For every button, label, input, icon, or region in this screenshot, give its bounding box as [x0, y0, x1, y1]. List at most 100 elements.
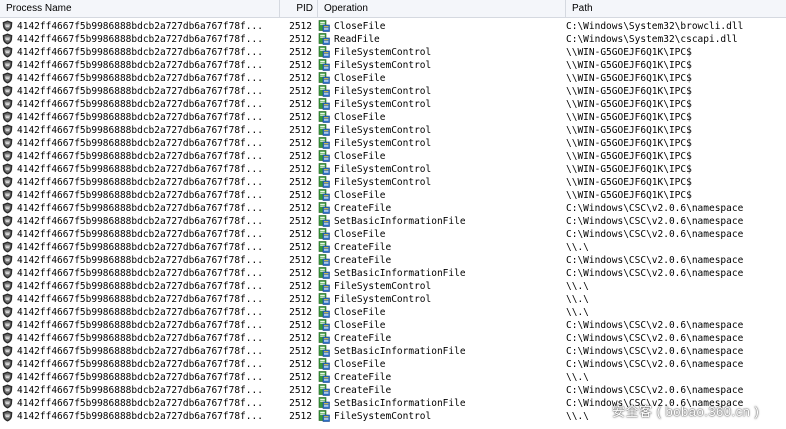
table-row[interactable]: 4142ff4667f5b9986888bdcb2a727db6a767f78f… — [0, 371, 786, 384]
process-name-cell: 4142ff4667f5b9986888bdcb2a727db6a767f78f… — [17, 86, 263, 97]
path-cell: \\WIN-G5GOEJF6Q1K\IPC$ — [566, 73, 692, 84]
table-row[interactable]: 4142ff4667f5b9986888bdcb2a727db6a767f78f… — [0, 332, 786, 345]
path-cell: \\WIN-G5GOEJF6Q1K\IPC$ — [566, 47, 692, 58]
filesystem-icon — [318, 33, 332, 46]
table-row[interactable]: 4142ff4667f5b9986888bdcb2a727db6a767f78f… — [0, 46, 786, 59]
process-name-cell: 4142ff4667f5b9986888bdcb2a727db6a767f78f… — [17, 125, 263, 136]
table-row[interactable]: 4142ff4667f5b9986888bdcb2a727db6a767f78f… — [0, 72, 786, 85]
operation-cell: SetBasicInformationFile — [334, 268, 466, 279]
shield-icon — [2, 189, 15, 202]
path-cell: \\WIN-G5GOEJF6Q1K\IPC$ — [566, 177, 692, 188]
table-row[interactable]: 4142ff4667f5b9986888bdcb2a727db6a767f78f… — [0, 241, 786, 254]
table-row[interactable]: 4142ff4667f5b9986888bdcb2a727db6a767f78f… — [0, 228, 786, 241]
operation-cell: FileSystemControl — [334, 125, 432, 136]
table-row[interactable]: 4142ff4667f5b9986888bdcb2a727db6a767f78f… — [0, 293, 786, 306]
filesystem-icon — [318, 98, 332, 111]
shield-icon — [2, 85, 15, 98]
pid-cell: 2512 — [289, 385, 312, 396]
pid-cell: 2512 — [289, 112, 312, 123]
operation-cell: FileSystemControl — [334, 138, 432, 149]
table-row[interactable]: 4142ff4667f5b9986888bdcb2a727db6a767f78f… — [0, 150, 786, 163]
table-row[interactable]: 4142ff4667f5b9986888bdcb2a727db6a767f78f… — [0, 20, 786, 33]
path-cell: \\.\ — [566, 307, 589, 318]
shield-icon — [2, 280, 15, 293]
table-row[interactable]: 4142ff4667f5b9986888bdcb2a727db6a767f78f… — [0, 202, 786, 215]
table-row[interactable]: 4142ff4667f5b9986888bdcb2a727db6a767f78f… — [0, 254, 786, 267]
table-row[interactable]: 4142ff4667f5b9986888bdcb2a727db6a767f78f… — [0, 111, 786, 124]
table-row[interactable]: 4142ff4667f5b9986888bdcb2a727db6a767f78f… — [0, 306, 786, 319]
operation-cell: FileSystemControl — [334, 411, 432, 422]
pid-cell: 2512 — [289, 99, 312, 110]
pid-cell: 2512 — [289, 294, 312, 305]
path-cell: C:\Windows\System32\cscapi.dll — [566, 34, 738, 45]
pid-cell: 2512 — [289, 229, 312, 240]
table-row[interactable]: 4142ff4667f5b9986888bdcb2a727db6a767f78f… — [0, 98, 786, 111]
shield-icon — [2, 410, 15, 423]
operation-cell: FileSystemControl — [334, 177, 432, 188]
shield-icon — [2, 72, 15, 85]
process-name-cell: 4142ff4667f5b9986888bdcb2a727db6a767f78f… — [17, 346, 263, 357]
table-row[interactable]: 4142ff4667f5b9986888bdcb2a727db6a767f78f… — [0, 267, 786, 280]
shield-icon — [2, 124, 15, 137]
filesystem-icon — [318, 345, 332, 358]
path-cell: C:\Windows\CSC\v2.0.6\namespace — [566, 346, 744, 357]
operation-cell: CreateFile — [334, 255, 392, 266]
pid-cell: 2512 — [289, 359, 312, 370]
filesystem-icon — [318, 306, 332, 319]
table-row[interactable]: 4142ff4667f5b9986888bdcb2a727db6a767f78f… — [0, 33, 786, 46]
operation-cell: FileSystemControl — [334, 281, 432, 292]
table-row[interactable]: 4142ff4667f5b9986888bdcb2a727db6a767f78f… — [0, 163, 786, 176]
path-cell: \\WIN-G5GOEJF6Q1K\IPC$ — [566, 99, 692, 110]
process-name-cell: 4142ff4667f5b9986888bdcb2a727db6a767f78f… — [17, 372, 263, 383]
path-cell: \\WIN-G5GOEJF6Q1K\IPC$ — [566, 60, 692, 71]
table-row[interactable]: 4142ff4667f5b9986888bdcb2a727db6a767f78f… — [0, 319, 786, 332]
pid-cell: 2512 — [289, 333, 312, 344]
filesystem-icon — [318, 202, 332, 215]
table-row[interactable]: 4142ff4667f5b9986888bdcb2a727db6a767f78f… — [0, 358, 786, 371]
column-header-process-name[interactable]: Process Name — [0, 0, 280, 17]
process-name-cell: 4142ff4667f5b9986888bdcb2a727db6a767f78f… — [17, 190, 263, 201]
pid-cell: 2512 — [289, 242, 312, 253]
pid-cell: 2512 — [289, 320, 312, 331]
path-cell: C:\Windows\CSC\v2.0.6\namespace — [566, 216, 744, 227]
table-row[interactable]: 4142ff4667f5b9986888bdcb2a727db6a767f78f… — [0, 137, 786, 150]
operation-cell: CloseFile — [334, 21, 386, 32]
filesystem-icon — [318, 241, 332, 254]
table-row[interactable]: 4142ff4667f5b9986888bdcb2a727db6a767f78f… — [0, 189, 786, 202]
column-header-operation[interactable]: Operation — [318, 0, 566, 17]
table-row[interactable]: 4142ff4667f5b9986888bdcb2a727db6a767f78f… — [0, 345, 786, 358]
filesystem-icon — [318, 124, 332, 137]
path-cell: C:\Windows\CSC\v2.0.6\namespace — [566, 268, 744, 279]
shield-icon — [2, 228, 15, 241]
path-cell: \\WIN-G5GOEJF6Q1K\IPC$ — [566, 151, 692, 162]
table-row[interactable]: 4142ff4667f5b9986888bdcb2a727db6a767f78f… — [0, 85, 786, 98]
table-row[interactable]: 4142ff4667f5b9986888bdcb2a727db6a767f78f… — [0, 215, 786, 228]
path-cell: \\WIN-G5GOEJF6Q1K\IPC$ — [566, 86, 692, 97]
process-name-cell: 4142ff4667f5b9986888bdcb2a727db6a767f78f… — [17, 385, 263, 396]
shield-icon — [2, 215, 15, 228]
path-cell: C:\Windows\CSC\v2.0.6\namespace — [566, 333, 744, 344]
filesystem-icon — [318, 397, 332, 410]
pid-cell: 2512 — [289, 73, 312, 84]
table-row[interactable]: 4142ff4667f5b9986888bdcb2a727db6a767f78f… — [0, 124, 786, 137]
table-row[interactable]: 4142ff4667f5b9986888bdcb2a727db6a767f78f… — [0, 176, 786, 189]
column-header-pid[interactable]: PID — [280, 0, 318, 17]
operation-cell: CloseFile — [334, 190, 386, 201]
table-row[interactable]: 4142ff4667f5b9986888bdcb2a727db6a767f78f… — [0, 280, 786, 293]
operation-cell: CloseFile — [334, 307, 386, 318]
table-row[interactable]: 4142ff4667f5b9986888bdcb2a727db6a767f78f… — [0, 59, 786, 72]
process-name-cell: 4142ff4667f5b9986888bdcb2a727db6a767f78f… — [17, 281, 263, 292]
shield-icon — [2, 293, 15, 306]
column-header-path[interactable]: Path — [566, 0, 786, 17]
operation-cell: CreateFile — [334, 242, 392, 253]
operation-cell: FileSystemControl — [334, 99, 432, 110]
shield-icon — [2, 241, 15, 254]
filesystem-icon — [318, 358, 332, 371]
process-name-cell: 4142ff4667f5b9986888bdcb2a727db6a767f78f… — [17, 21, 263, 32]
table-row[interactable]: 4142ff4667f5b9986888bdcb2a727db6a767f78f… — [0, 384, 786, 397]
path-cell: C:\Windows\CSC\v2.0.6\namespace — [566, 359, 744, 370]
operation-cell: SetBasicInformationFile — [334, 346, 466, 357]
process-name-cell: 4142ff4667f5b9986888bdcb2a727db6a767f78f… — [17, 99, 263, 110]
filesystem-icon — [318, 293, 332, 306]
operation-cell: FileSystemControl — [334, 47, 432, 58]
